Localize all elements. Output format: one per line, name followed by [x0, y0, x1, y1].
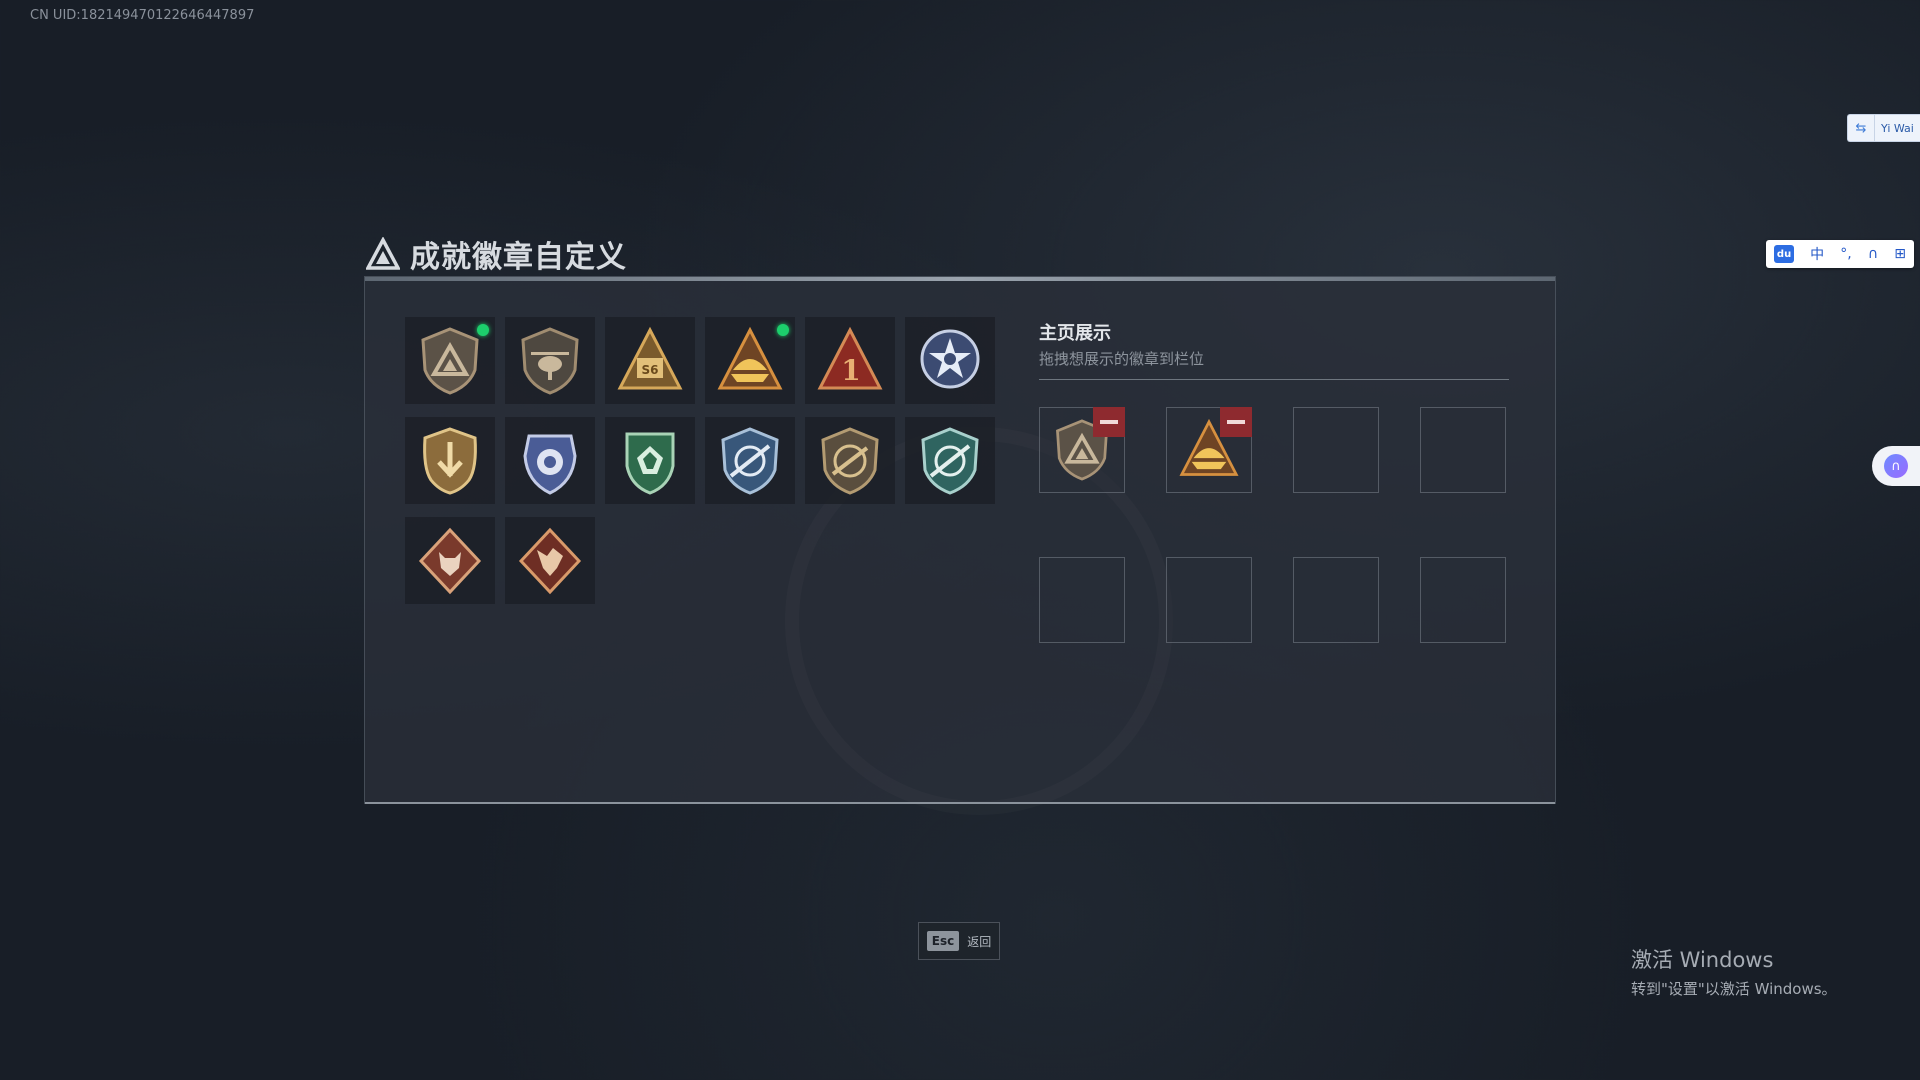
badge-cell[interactable]: S6 [605, 317, 695, 404]
blue-star-medal-icon [920, 329, 980, 388]
red-triangle-1-icon: 1 [817, 326, 883, 389]
badge-cell[interactable] [805, 417, 895, 504]
esc-key-icon: Esc [926, 931, 960, 951]
new-indicator [777, 324, 789, 336]
display-slot[interactable] [1166, 407, 1252, 493]
badge-cell[interactable] [705, 317, 795, 404]
svg-text:S6: S6 [642, 363, 659, 377]
ime-toolbar[interactable]: du 中 °, ∩ ⊞ [1766, 240, 1914, 268]
empty-display-slot[interactable] [1166, 557, 1252, 643]
badge-cell[interactable] [705, 417, 795, 504]
dragon-diamond-icon [518, 527, 582, 594]
back-label: 返回 [967, 934, 992, 949]
gold-triangle-ship-icon [717, 326, 783, 389]
minus-icon [1227, 420, 1245, 424]
blue-target-shield-icon [721, 426, 779, 495]
assistant-icon: ∩ [1884, 454, 1908, 478]
badge-cell[interactable] [505, 317, 595, 404]
badge-cell[interactable] [605, 417, 695, 504]
remove-badge-button[interactable] [1093, 407, 1125, 437]
badge-panel: S6 1 主页展示 拖拽想展示的徽章到栏位 [364, 276, 1556, 804]
badge-cell[interactable] [905, 317, 995, 404]
page-header: 成就徽章自定义 [366, 232, 627, 276]
badge-cell[interactable]: 1 [805, 317, 895, 404]
ime-skin-icon[interactable]: ∩ [1868, 246, 1878, 262]
svg-text:1: 1 [841, 354, 860, 387]
green-gem-shield-icon [625, 432, 675, 495]
badge-grid: S6 1 [405, 317, 995, 604]
bronze-shield-helicopter-icon [521, 326, 579, 395]
blue-target-shield-2-icon [921, 426, 979, 495]
windows-activation-watermark: 激活 Windows 转到"设置"以激活 Windows。 [1631, 944, 1837, 999]
badge-cell[interactable] [905, 417, 995, 504]
translate-icon: ⇆ [1848, 115, 1875, 141]
display-slot[interactable] [1039, 407, 1125, 493]
translator-widget[interactable]: ⇆ Yi Wai [1847, 114, 1920, 142]
delta-logo-icon [366, 237, 400, 270]
display-slots [1039, 407, 1506, 643]
ime-logo-icon[interactable]: du [1774, 245, 1795, 263]
panel-bottom-border [365, 802, 1555, 804]
gold-triangle-s6-icon: S6 [617, 326, 683, 389]
ime-chinese-mode[interactable]: 中 [1810, 244, 1824, 264]
empty-display-slot[interactable] [1293, 407, 1379, 493]
empty-display-slot[interactable] [1420, 557, 1506, 643]
badge-cell[interactable] [405, 317, 495, 404]
empty-display-slot[interactable] [1420, 407, 1506, 493]
back-button[interactable]: Esc 返回 [918, 922, 1000, 960]
activation-title: 激活 Windows [1631, 948, 1774, 972]
panel-top-border [365, 277, 1555, 281]
divider [1039, 379, 1509, 380]
bronze-rifle-shield-icon [821, 426, 879, 495]
badge-cell[interactable] [505, 517, 595, 604]
new-indicator [477, 324, 489, 336]
empty-display-slot[interactable] [1293, 557, 1379, 643]
blue-police-badge-icon [523, 434, 577, 495]
empty-display-slot[interactable] [1039, 557, 1125, 643]
ime-punctuation-icon[interactable]: °, [1840, 246, 1851, 262]
translator-label: Yi Wai [1881, 121, 1914, 135]
display-subheading: 拖拽想展示的徽章到栏位 [1039, 350, 1205, 368]
bronze-shield-triangle-icon [421, 326, 479, 395]
page-title: 成就徽章自定义 [410, 240, 627, 275]
homepage-display-section: 主页展示 拖拽想展示的徽章到栏位 [1039, 319, 1509, 380]
bronze-shield-arrow-icon [423, 426, 477, 495]
minus-icon [1100, 420, 1118, 424]
badge-cell[interactable] [405, 417, 495, 504]
display-heading: 主页展示 [1039, 323, 1111, 344]
badge-cell[interactable] [505, 417, 595, 504]
remove-badge-button[interactable] [1220, 407, 1252, 437]
activation-hint: 转到"设置"以激活 Windows。 [1631, 980, 1837, 998]
uid-label: CN UID:182149470122646447897 [30, 8, 255, 23]
ime-menu-icon[interactable]: ⊞ [1894, 246, 1906, 262]
badge-cell[interactable] [405, 517, 495, 604]
floating-assistant-button[interactable]: ∩ [1872, 446, 1920, 486]
wolf-diamond-icon [418, 527, 482, 594]
